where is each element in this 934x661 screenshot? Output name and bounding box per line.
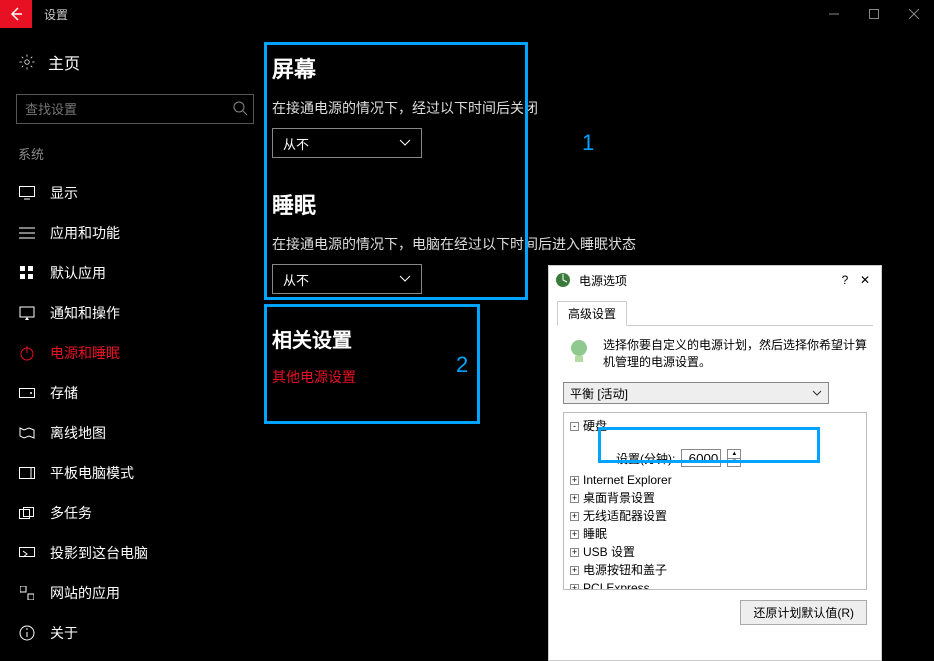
tree-node[interactable]: USB 设置 — [583, 543, 635, 561]
maximize-button[interactable] — [854, 0, 894, 28]
sidebar-item-label: 离线地图 — [50, 423, 106, 443]
sidebar-item-label: 关于 — [50, 623, 78, 643]
power-bulb-icon — [563, 336, 595, 370]
dropdown-value: 从不 — [283, 270, 309, 289]
tablet-icon — [18, 467, 36, 479]
project-icon — [18, 547, 36, 559]
sidebar-item-label: 网站的应用 — [50, 583, 120, 603]
tree-node[interactable]: PCI Express — [583, 579, 650, 590]
tree-node[interactable]: 桌面背景设置 — [583, 489, 655, 507]
expand-icon[interactable]: + — [570, 512, 579, 521]
dropdown-value: 从不 — [283, 134, 309, 153]
sidebar-item-label: 多任务 — [50, 503, 92, 523]
gear-icon — [18, 53, 36, 71]
section-desc-screen: 在接通电源的情况下，经过以下时间后关闭 — [272, 98, 934, 118]
screen-timeout-dropdown[interactable]: 从不 — [272, 128, 422, 158]
sidebar-item-label: 默认应用 — [50, 263, 106, 283]
power-plan-icon — [555, 272, 573, 288]
minimize-button[interactable] — [814, 0, 854, 28]
home-label: 主页 — [48, 50, 80, 74]
expand-icon[interactable]: + — [570, 494, 579, 503]
info-icon — [18, 625, 36, 641]
tree-node[interactable]: 无线适配器设置 — [583, 507, 667, 525]
sidebar-item-projecting[interactable]: 投影到这台电脑 — [8, 533, 262, 573]
section-title-screen: 屏幕 — [272, 52, 934, 84]
multitask-icon — [18, 507, 36, 519]
expand-icon[interactable]: + — [570, 530, 579, 539]
expand-icon[interactable]: + — [570, 548, 579, 557]
category-label: 系统 — [8, 142, 262, 173]
sidebar-item-power-sleep[interactable]: 电源和睡眠 — [8, 333, 262, 373]
sidebar-item-notifications[interactable]: 通知和操作 — [8, 293, 262, 333]
annotation-label-2: 2 — [456, 352, 468, 378]
tab-advanced-settings[interactable]: 高级设置 — [557, 301, 627, 326]
list-icon — [18, 226, 36, 240]
sidebar-item-label: 投影到这台电脑 — [50, 543, 148, 563]
monitor-icon — [18, 186, 36, 200]
apps-websites-icon — [18, 586, 36, 600]
home-button[interactable]: 主页 — [8, 44, 262, 80]
dialog-info-text: 选择你要自定义的电源计划，然后选择你希望计算机管理的电源设置。 — [603, 336, 867, 370]
annotation-box-3 — [598, 427, 820, 463]
back-button[interactable] — [0, 0, 32, 28]
notification-icon — [18, 306, 36, 320]
sidebar-item-display[interactable]: 显示 — [8, 173, 262, 213]
close-button[interactable] — [894, 0, 934, 28]
sidebar-item-label: 通知和操作 — [50, 303, 120, 323]
chevron-down-icon — [399, 275, 411, 283]
window-title: 设置 — [44, 6, 68, 23]
tree-node[interactable]: 睡眠 — [583, 525, 607, 543]
sidebar-item-default-apps[interactable]: 默认应用 — [8, 253, 262, 293]
grid-icon — [18, 266, 36, 280]
plan-value: 平衡 [活动] — [570, 385, 628, 402]
section-desc-sleep: 在接通电源的情况下，电脑在经过以下时间后进入睡眠状态 — [272, 234, 934, 254]
sidebar-item-storage[interactable]: 存储 — [8, 373, 262, 413]
chevron-down-icon — [812, 390, 822, 396]
annotation-label-1: 1 — [582, 130, 594, 156]
map-icon — [18, 426, 36, 440]
sidebar-item-label: 平板电脑模式 — [50, 463, 134, 483]
settings-tree[interactable]: -硬盘 设置(分钟): ▲▼ +Internet Explorer +桌面背景设… — [563, 412, 867, 590]
tree-node[interactable]: Internet Explorer — [583, 471, 672, 489]
sidebar-item-tablet-mode[interactable]: 平板电脑模式 — [8, 453, 262, 493]
power-options-dialog: 电源选项 ? ✕ 高级设置 选择你要自定义的电源计划，然后选择你希望计算机管理的… — [548, 265, 882, 661]
dialog-title: 电源选项 — [579, 272, 835, 289]
search-input[interactable] — [16, 94, 254, 124]
sidebar-item-apps-for-websites[interactable]: 网站的应用 — [8, 573, 262, 613]
sidebar-item-label: 显示 — [50, 183, 78, 203]
dialog-close-button[interactable]: ✕ — [855, 273, 875, 287]
restore-defaults-button[interactable]: 还原计划默认值(R) — [740, 600, 867, 625]
sidebar-item-apps[interactable]: 应用和功能 — [8, 213, 262, 253]
sidebar-item-multitask[interactable]: 多任务 — [8, 493, 262, 533]
section-title-sleep: 睡眠 — [272, 188, 934, 220]
sidebar-item-about[interactable]: 关于 — [8, 613, 262, 653]
dialog-help-button[interactable]: ? — [835, 273, 855, 287]
sidebar: 主页 系统 显示 应用和功能 默认应用 通知和操作 电源和睡眠 存 — [0, 28, 262, 661]
storage-icon — [18, 388, 36, 398]
power-plan-dropdown[interactable]: 平衡 [活动] — [563, 382, 829, 404]
power-icon — [18, 345, 36, 361]
collapse-icon[interactable]: - — [570, 422, 579, 431]
arrow-left-icon — [8, 6, 24, 22]
expand-icon[interactable]: + — [570, 476, 579, 485]
expand-icon[interactable]: + — [570, 566, 579, 575]
expand-icon[interactable]: + — [570, 584, 579, 591]
sidebar-item-offline-maps[interactable]: 离线地图 — [8, 413, 262, 453]
chevron-down-icon — [399, 139, 411, 147]
sidebar-item-label: 应用和功能 — [50, 223, 120, 243]
sidebar-item-label: 存储 — [50, 383, 78, 403]
sidebar-item-label: 电源和睡眠 — [50, 343, 120, 363]
search-icon — [232, 100, 248, 116]
sleep-timeout-dropdown[interactable]: 从不 — [272, 264, 422, 294]
tree-node[interactable]: 电源按钮和盖子 — [583, 561, 667, 579]
